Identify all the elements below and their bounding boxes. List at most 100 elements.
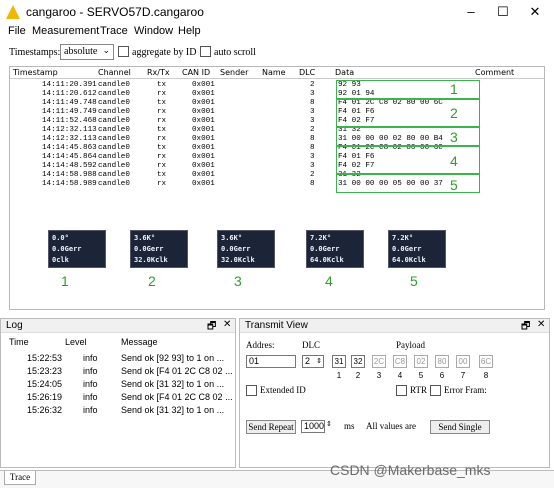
all-values-label: All values are bbox=[366, 421, 416, 431]
repeat-interval-input[interactable]: 1000 bbox=[301, 420, 325, 433]
trace-dlc: 3 bbox=[310, 117, 315, 125]
oled-line: 7.2K° bbox=[392, 234, 414, 242]
payload-byte-input[interactable]: 6C bbox=[479, 355, 493, 368]
trace-header: Timestamp Channel Rx/Tx CAN ID Sender Na… bbox=[10, 67, 544, 79]
menu-trace[interactable]: Trace bbox=[100, 25, 128, 37]
log-row[interactable]: 15:24:05 info Send ok [31 32] to 1 on ..… bbox=[1, 379, 235, 392]
float-icon[interactable]: 🗗 bbox=[521, 319, 530, 336]
timestamps-select-value: absolute bbox=[64, 46, 98, 57]
timestamps-select[interactable]: absolute ⌄ bbox=[60, 44, 114, 60]
address-input[interactable]: 01 bbox=[246, 355, 296, 368]
trace-can-id: 0x001 bbox=[192, 117, 215, 125]
trace-dlc: 2 bbox=[310, 171, 315, 179]
aggregate-label: aggregate by ID bbox=[132, 47, 197, 58]
payload-byte-input[interactable]: 02 bbox=[414, 355, 428, 368]
transmit-title-bar: Transmit View 🗗 ✕ bbox=[240, 319, 549, 333]
col-sender[interactable]: Sender bbox=[220, 68, 248, 77]
trace-channel: candle0 bbox=[98, 135, 130, 143]
log-time: 15:26:19 bbox=[27, 392, 63, 402]
col-comment[interactable]: Comment bbox=[475, 68, 514, 77]
autoscroll-checkbox[interactable] bbox=[200, 46, 211, 57]
trace-timestamp: 14:14:45.864 bbox=[42, 153, 97, 161]
log-row[interactable]: 15:23:23 info Send ok [F4 01 2C C8 02 ..… bbox=[1, 366, 235, 379]
trace-table[interactable]: Timestamp Channel Rx/Tx CAN ID Sender Na… bbox=[9, 66, 545, 310]
close-icon[interactable]: ✕ bbox=[223, 319, 231, 330]
send-repeat-button[interactable]: Send Repeat bbox=[246, 420, 296, 434]
oled-line: 32.0Kclk bbox=[221, 256, 255, 264]
log-message: Send ok [F4 01 2C C8 02 ... bbox=[121, 392, 233, 402]
dlc-spinbox[interactable]: 2 ⇕ bbox=[302, 355, 324, 368]
trace-timestamp: 14:11:52.468 bbox=[42, 117, 97, 125]
col-dlc[interactable]: DLC bbox=[299, 68, 315, 77]
display-number: 3 bbox=[234, 273, 242, 289]
payload-byte-input[interactable]: 2C bbox=[372, 355, 386, 368]
log-col-time[interactable]: Time bbox=[9, 337, 29, 347]
minimize-button[interactable]: – bbox=[456, 0, 486, 24]
payload-byte-input[interactable]: 00 bbox=[456, 355, 470, 368]
trace-can-id: 0x001 bbox=[192, 180, 215, 188]
maximize-button[interactable]: ☐ bbox=[488, 0, 518, 24]
log-level: info bbox=[83, 353, 98, 363]
trace-channel: candle0 bbox=[98, 171, 130, 179]
trace-dlc: 8 bbox=[310, 135, 315, 143]
rtr-checkbox[interactable] bbox=[396, 385, 407, 396]
extended-id-checkbox[interactable] bbox=[246, 385, 257, 396]
annotation-number: 4 bbox=[450, 153, 458, 169]
menu-measurement[interactable]: Measurement bbox=[32, 25, 99, 37]
log-col-message[interactable]: Message bbox=[121, 337, 158, 347]
log-row[interactable]: 15:26:19 info Send ok [F4 01 2C C8 02 ..… bbox=[1, 392, 235, 405]
col-rxtx[interactable]: Rx/Tx bbox=[147, 68, 170, 77]
trace-dlc: 3 bbox=[310, 153, 315, 161]
trace-channel: candle0 bbox=[98, 90, 130, 98]
col-name[interactable]: Name bbox=[262, 68, 286, 77]
menu-window[interactable]: Window bbox=[134, 25, 173, 37]
payload-byte-input[interactable]: 32 bbox=[351, 355, 365, 368]
watermark: CSDN @Makerbase_mks bbox=[330, 462, 491, 478]
float-icon[interactable]: 🗗 bbox=[207, 319, 216, 336]
log-row[interactable]: 15:26:32 info Send ok [31 32] to 1 on ..… bbox=[1, 405, 235, 418]
col-canid[interactable]: CAN ID bbox=[182, 68, 210, 77]
app-logo-icon bbox=[6, 5, 20, 19]
trace-dlc: 2 bbox=[310, 81, 315, 89]
trace-timestamp: 14:11:20.391 bbox=[42, 81, 97, 89]
menu-file[interactable]: File bbox=[8, 25, 26, 37]
send-single-button[interactable]: Send Single bbox=[430, 420, 490, 434]
trace-can-id: 0x001 bbox=[192, 126, 215, 134]
trace-channel: candle0 bbox=[98, 126, 130, 134]
display-number: 2 bbox=[148, 273, 156, 289]
trace-timestamp: 14:11:49.749 bbox=[42, 108, 97, 116]
payload-byte-input[interactable]: C8 bbox=[393, 355, 407, 368]
trace-can-id: 0x001 bbox=[192, 144, 215, 152]
trace-dlc: 8 bbox=[310, 180, 315, 188]
byte-index: 4 bbox=[397, 371, 403, 380]
annotation-box bbox=[336, 146, 480, 174]
col-data[interactable]: Data bbox=[335, 68, 354, 77]
byte-index: 5 bbox=[418, 371, 424, 380]
annotation-box bbox=[336, 80, 480, 99]
trace-dlc: 3 bbox=[310, 90, 315, 98]
aggregate-checkbox[interactable] bbox=[118, 46, 129, 57]
trace-can-id: 0x001 bbox=[192, 99, 215, 107]
trace-timestamp: 14:14:48.592 bbox=[42, 162, 97, 170]
trace-timestamp: 14:12:32.113 bbox=[42, 135, 97, 143]
close-window-button[interactable]: ✕ bbox=[520, 0, 550, 24]
autoscroll-label: auto scroll bbox=[214, 47, 256, 58]
oled-display-photo: 3.6K° 0.0Gerr 32.0Kclk bbox=[130, 230, 188, 268]
log-col-level[interactable]: Level bbox=[65, 337, 87, 347]
trace-channel: candle0 bbox=[98, 117, 130, 125]
oled-display-photo: 0.0° 0.0Gerr 0clk bbox=[48, 230, 106, 268]
tab-trace[interactable]: Trace bbox=[4, 471, 36, 485]
trace-can-id: 0x001 bbox=[192, 162, 215, 170]
display-number: 4 bbox=[325, 273, 333, 289]
col-channel[interactable]: Channel bbox=[98, 68, 131, 77]
close-icon[interactable]: ✕ bbox=[537, 319, 545, 330]
log-message: Send ok [31 32] to 1 on ... bbox=[121, 405, 225, 415]
col-timestamp[interactable]: Timestamp bbox=[13, 68, 58, 77]
error-frame-checkbox[interactable] bbox=[430, 385, 441, 396]
transmit-title: Transmit View bbox=[245, 320, 308, 331]
payload-byte-input[interactable]: 31 bbox=[332, 355, 346, 368]
trace-direction: tx bbox=[157, 144, 167, 152]
menu-help[interactable]: Help bbox=[178, 25, 201, 37]
log-row[interactable]: 15:22:53 info Send ok [92 93] to 1 on ..… bbox=[1, 353, 235, 366]
payload-byte-input[interactable]: 80 bbox=[435, 355, 449, 368]
